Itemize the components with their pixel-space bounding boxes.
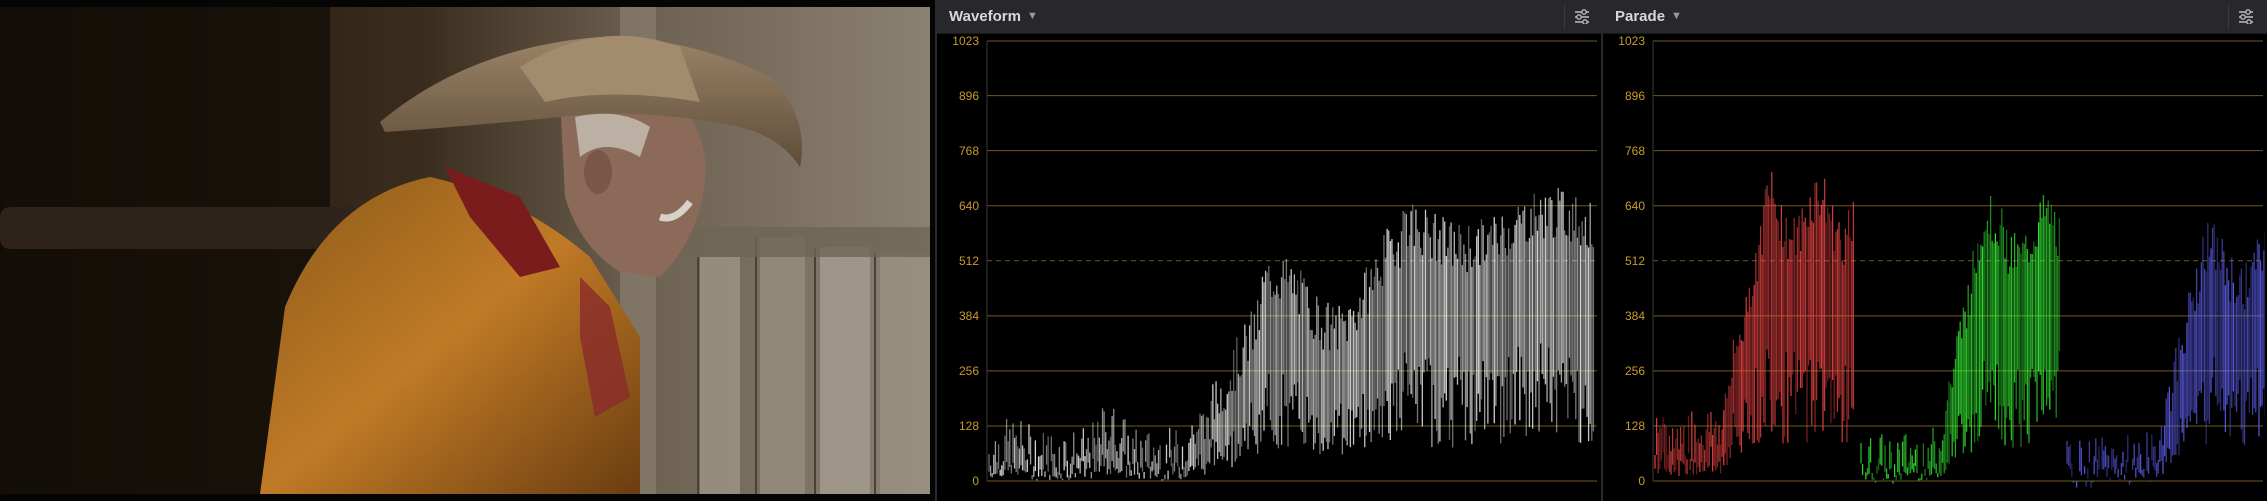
tick-label: 384 xyxy=(959,309,979,323)
chevron-down-icon: ▼ xyxy=(1026,10,1038,22)
tick-label: 896 xyxy=(1625,89,1645,103)
tick-label: 768 xyxy=(959,144,979,158)
waveform-title-menu[interactable]: Waveform ▼ xyxy=(949,8,1038,25)
tick-label: 896 xyxy=(959,89,979,103)
tick-label: 384 xyxy=(1625,309,1645,323)
parade-header: Parade ▼ xyxy=(1603,0,2267,34)
waveform-title: Waveform xyxy=(949,8,1021,25)
tick-label: 256 xyxy=(1625,364,1645,378)
tick-label: 768 xyxy=(1625,144,1645,158)
tick-label: 128 xyxy=(1625,419,1645,433)
waveform-settings-button[interactable] xyxy=(1564,4,1599,29)
tick-label: 512 xyxy=(959,254,979,268)
tick-label: 1023 xyxy=(1618,34,1645,48)
parade-plot: 1023 896 768 640 512 384 256 128 0 xyxy=(1603,34,2267,501)
parade-settings-button[interactable] xyxy=(2228,4,2263,29)
tick-label: 0 xyxy=(1638,474,1645,488)
tick-label: 0 xyxy=(972,474,979,488)
tick-label: 1023 xyxy=(952,34,979,48)
tick-label: 640 xyxy=(1625,199,1645,213)
sliders-icon xyxy=(1575,9,1589,24)
tick-label: 512 xyxy=(1625,254,1645,268)
video-viewer[interactable] xyxy=(0,0,935,501)
tick-label: 128 xyxy=(959,419,979,433)
waveform-plot: 1023 896 768 640 512 384 256 128 0 xyxy=(937,34,1603,501)
parade-title-menu[interactable]: Parade ▼ xyxy=(1615,8,1682,25)
parade-title: Parade xyxy=(1615,8,1666,25)
waveform-header: Waveform ▼ xyxy=(937,0,1603,34)
chevron-down-icon: ▼ xyxy=(1671,10,1682,22)
sliders-icon xyxy=(2239,9,2253,24)
waveform-scope: Waveform ▼ 1023 896 768 640 512 384 256 1… xyxy=(935,0,1603,501)
tick-label: 640 xyxy=(959,199,979,213)
tick-label: 256 xyxy=(959,364,979,378)
parade-scope: Parade ▼ 1023 896 768 640 512 384 256 128… xyxy=(1601,0,2267,501)
viewer-frame-image xyxy=(0,7,930,494)
